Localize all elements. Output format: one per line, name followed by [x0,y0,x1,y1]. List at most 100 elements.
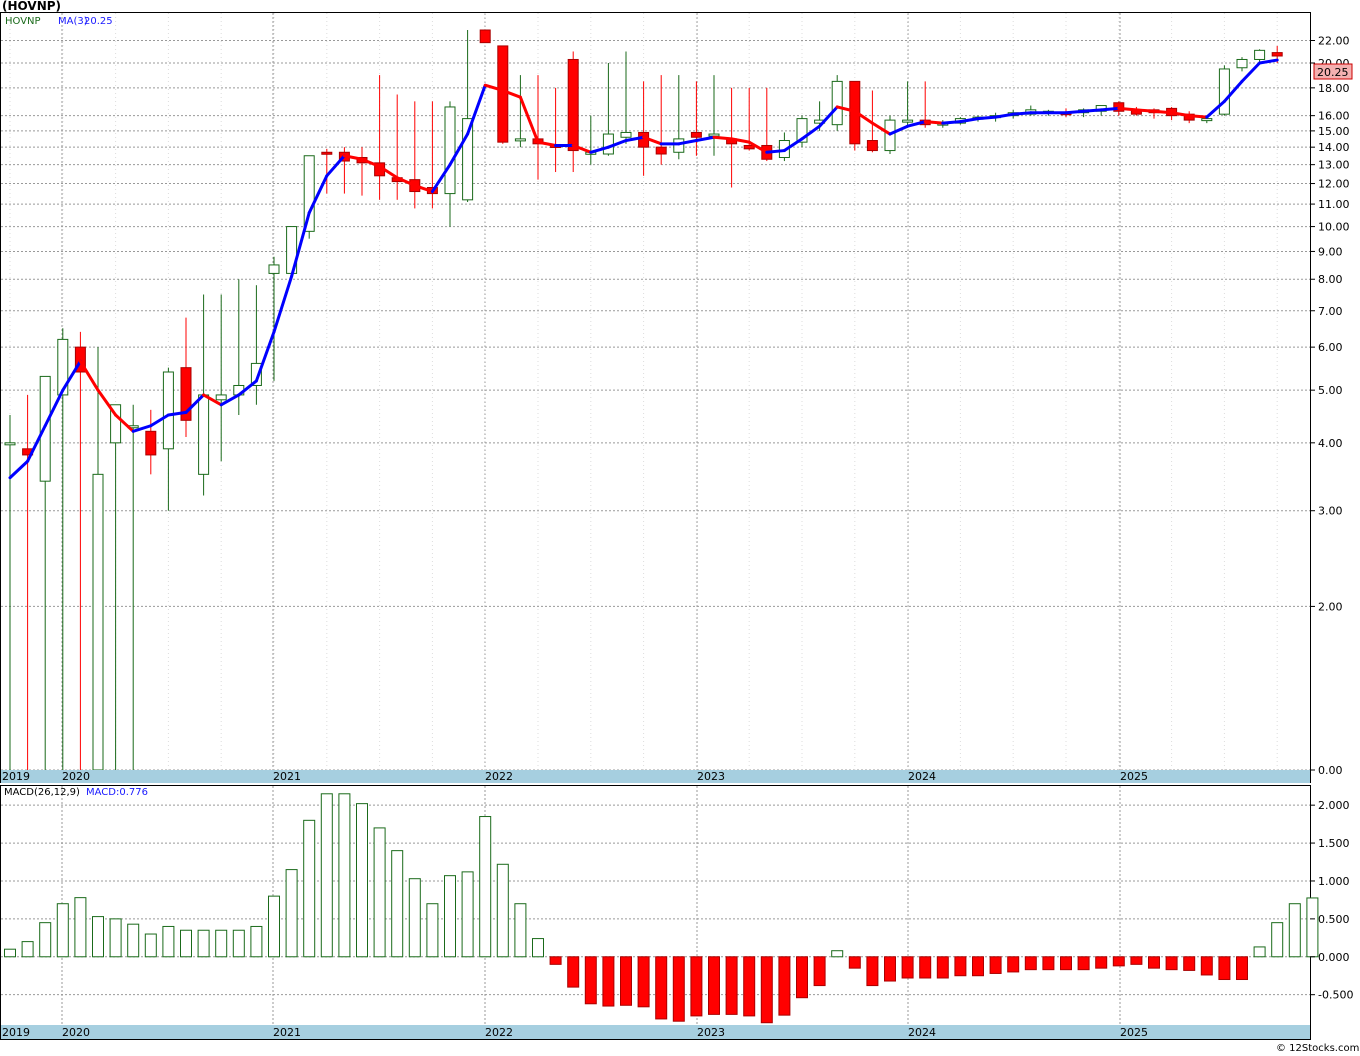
macd-bar [215,929,228,958]
macd-bar [989,956,1002,974]
macd-x-tick-label: 2020 [62,1026,90,1039]
macd-bar [760,956,773,1024]
ma-segment [941,120,962,125]
macd-bar [954,956,967,977]
candle-body [1254,49,1266,60]
macd-x-tick-label: 2022 [485,1026,513,1039]
price-y-tick-label: 15.00 [1318,125,1350,138]
candle-body [602,133,614,155]
macd-bar [285,869,298,958]
candle-body [708,133,720,137]
price-y-tick-label: 12.00 [1318,178,1350,191]
price-y-tick-label: 11.00 [1318,198,1350,211]
price-y-axis: 22.0020.0018.0016.0015.0014.0013.0012.00… [1310,34,1350,777]
ma-segment [1064,109,1086,115]
macd-bar [620,956,632,1006]
candle-body [567,58,579,152]
candle-body [479,29,491,44]
price-x-tick-label: 2020 [62,770,90,783]
macd-y-tick-label: -0.500 [1318,989,1353,1002]
macd-bar [232,929,245,958]
macd-bar [408,878,421,958]
macd-bar [56,903,69,958]
macd-bar [426,903,439,958]
macd-bar [813,956,826,987]
price-panel: 22.0020.0018.0016.0015.0014.0013.0012.00… [0,12,1353,783]
ma-segment [976,115,998,121]
price-tag: 20.25 [1313,63,1353,80]
price-y-tick-label: 3.00 [1318,505,1343,518]
macd-bar [1024,956,1037,971]
macd-bar [373,827,386,958]
price-x-axis-band [1,770,1310,783]
macd-bar [602,956,615,1007]
macd-bar [831,950,844,958]
candle-body [1218,68,1230,115]
macd-bar [1183,956,1196,971]
macd-bar [356,803,368,958]
price-y-tick-label: 2.00 [1318,600,1343,613]
candle-body [4,442,16,446]
macd-legend-label: MACD(26,12,9) [4,787,80,798]
macd-bar [162,925,175,958]
ma-segment [712,135,734,141]
macd-x-axis-band [1,1025,1310,1039]
candle-body [497,45,509,143]
price-y-tick-label: 5.00 [1318,384,1343,397]
macd-bar [444,875,456,958]
price-y-tick-label: 22.00 [1318,34,1350,47]
candle-body [1236,58,1248,69]
price-x-tick-label: 2021 [273,770,301,783]
macd-bar [268,895,280,958]
macd-bar [637,956,650,1008]
macd-bar [1165,956,1178,971]
macd-bar [338,793,351,958]
price-x-tick-label: 2023 [697,770,725,783]
macd-bar [1236,956,1248,981]
candle-body [831,80,843,126]
macd-bar [197,929,210,958]
price-y-tick-label: 7.00 [1318,305,1343,318]
macd-bar [1077,956,1090,971]
price-y-tick-label: 6.00 [1318,341,1343,354]
macd-x-tick-label: 2025 [1120,1026,1148,1039]
macd-bar [1095,956,1108,969]
macd-bar [1042,956,1055,971]
macd-legend-value: MACD:0.776 [86,787,148,798]
macd-panel: 2.000 1.500 1.000 0.500 0.000 -0.500 2019 2020… [0,785,1353,1040]
candle-body [620,131,632,138]
macd-bar [479,816,492,958]
macd-bar [391,850,404,958]
candle-body [268,264,280,274]
candle-body [321,151,333,155]
macd-y-tick-label: 0.000 [1318,951,1350,964]
macd-bar [936,956,949,979]
ma-segment [1117,106,1138,112]
ma-segment [1099,106,1121,112]
macd-bar [1148,956,1160,969]
macd-x-tick-label: 2021 [273,1026,301,1039]
macd-bar [655,956,668,1020]
macd-bar [461,871,474,958]
candle-body [866,140,878,152]
macd-bar [1271,922,1284,958]
candle-body [673,138,685,153]
macd-bar [1112,956,1125,967]
ma-segment [1152,109,1174,115]
macd-bar [320,793,333,958]
candle-body [655,146,667,155]
macd-bar [514,903,527,958]
macd-bar [39,922,52,958]
macd-bar [725,956,738,1015]
macd-bar [866,956,879,987]
macd-y-tick-label: 1.500 [1318,837,1350,850]
macd-bar [1218,956,1231,981]
macd-bar [972,956,984,977]
macd-bar [1288,903,1301,958]
macd-bar [919,956,932,979]
price-y-tick-label: 8.00 [1318,273,1343,286]
price-y-tick-label: 10.00 [1318,221,1350,234]
price-x-tick-label: 2024 [908,770,936,783]
price-y-tick-label: 4.00 [1318,437,1343,450]
price-y-tick-label: 9.00 [1318,245,1343,258]
